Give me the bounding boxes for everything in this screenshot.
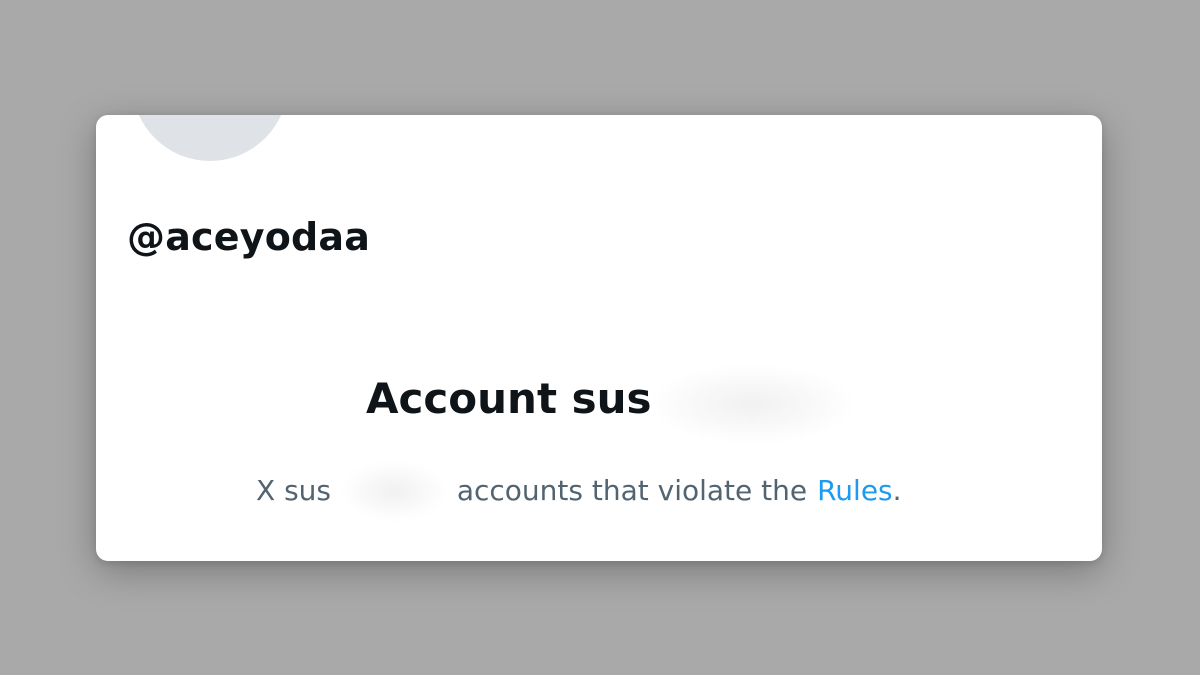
suspension-message-start: X sus (256, 474, 332, 507)
suspension-title: Account sus (366, 374, 652, 423)
profile-handle: @aceyodaa (127, 215, 371, 259)
message-period: . (892, 474, 902, 507)
rules-link[interactable]: Rules (817, 471, 893, 511)
avatar-placeholder (132, 115, 288, 161)
blurred-text-smudge (343, 463, 444, 519)
suspension-message: X sus accounts that violate the Rules. (256, 463, 902, 519)
blurred-text-smudge (653, 367, 850, 441)
suspended-account-card: @aceyodaa Account sus X sus accounts tha… (96, 115, 1102, 561)
suspension-message-end: accounts that violate the (456, 474, 808, 507)
suspension-title-row: Account sus (366, 367, 850, 441)
